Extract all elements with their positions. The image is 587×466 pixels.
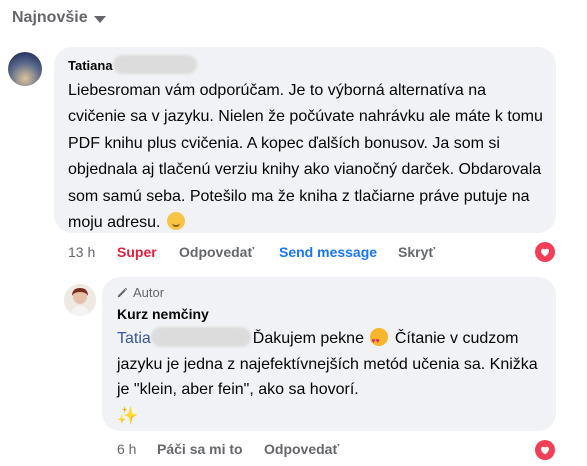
reply-actions: 6 h Páči sa mi to Odpovedať <box>0 441 587 461</box>
reply-time[interactable]: 6 h <box>117 441 136 457</box>
send-message-button[interactable]: Send message <box>279 244 377 260</box>
comment-text-body: Liebesroman vám odporúčam. Je to výborná… <box>68 82 543 232</box>
pencil-icon <box>117 287 128 298</box>
avatar[interactable] <box>8 52 42 86</box>
redacted-name <box>150 327 251 347</box>
reply-avatar[interactable] <box>64 284 96 316</box>
hide-button[interactable]: Skryť <box>398 244 435 260</box>
comment-actions: 13 h Super Odpovedať Send message Skryť <box>0 244 587 264</box>
mention-link[interactable]: Tatia <box>117 330 151 347</box>
reply-button[interactable]: Odpovedať <box>264 441 339 457</box>
heart-icon[interactable] <box>535 242 555 262</box>
redacted-name <box>113 55 197 74</box>
comment-text: Liebesroman vám odporúčam. Je to výborná… <box>68 78 548 236</box>
reply-button[interactable]: Odpovedať <box>179 244 254 260</box>
author-badge: Autor <box>116 285 164 300</box>
reply-author[interactable]: Kurz nemčiny <box>117 306 209 322</box>
reaction-super-button[interactable]: Super <box>117 244 157 260</box>
reply-text: TatiaĎakujem pekne Čítanie v cudzom jazy… <box>117 326 547 429</box>
comment-author[interactable]: Tatiana <box>68 58 113 73</box>
reply-text-start: Ďakujem pekne <box>252 330 364 347</box>
chevron-down-icon <box>93 15 106 23</box>
author-badge-label: Autor <box>133 285 165 300</box>
comment-time[interactable]: 13 h <box>68 244 95 260</box>
sort-dropdown[interactable]: Najnovšie <box>12 9 106 27</box>
sparkles-icon: ✨ <box>117 405 139 425</box>
like-button[interactable]: Páči sa mi to <box>157 441 243 457</box>
sort-label: Najnovšie <box>12 9 88 26</box>
hugging-face-icon <box>166 212 185 231</box>
heart-eyes-icon <box>370 328 389 355</box>
heart-icon[interactable] <box>535 440 555 460</box>
